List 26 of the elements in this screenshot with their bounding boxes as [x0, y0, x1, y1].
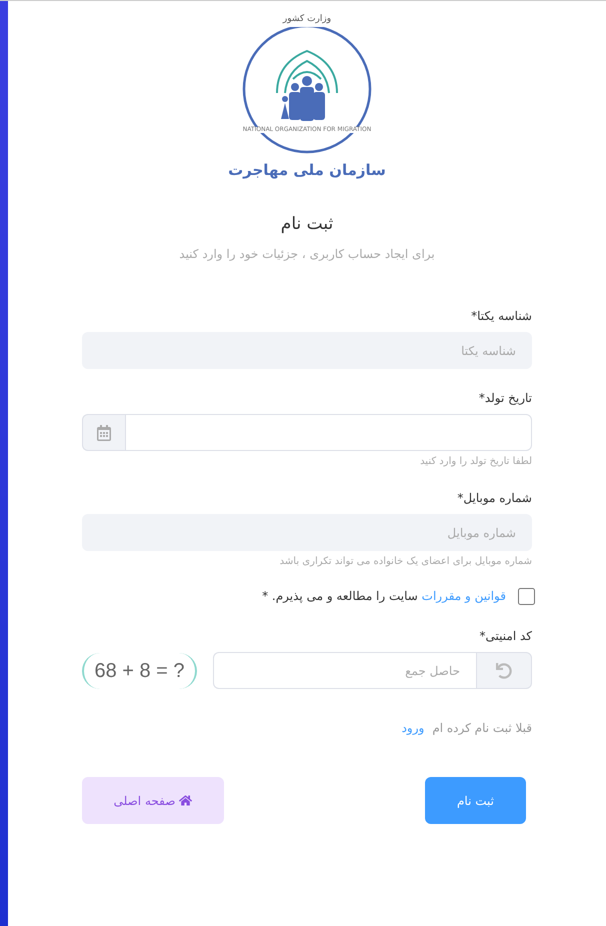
- terms-text: قوانین و مقررات سایت را مطالعه و می پذیرم. *: [262, 588, 506, 605]
- login-link[interactable]: ورود: [402, 719, 424, 737]
- field-label: تاریخ تولد*: [478, 390, 532, 407]
- field-label: شناسه یکتا*: [470, 308, 532, 325]
- calendar-button[interactable]: [82, 414, 125, 451]
- refresh-icon[interactable]: [496, 662, 512, 678]
- field-label: شماره موبایل*: [456, 490, 532, 507]
- date-input[interactable]: [125, 414, 532, 451]
- input-field[interactable]: شناسه یکتا: [82, 332, 532, 369]
- field-label: کد امنیتی*: [478, 628, 532, 645]
- captcha-input[interactable]: حاصل جمع: [213, 652, 476, 689]
- field-hint: شماره موبایل برای اعضای یک خانواده می تواند تکراری باشد: [278, 555, 532, 569]
- terms-link[interactable]: قوانین و مقررات: [422, 589, 506, 603]
- home-button[interactable]: صفحه اصلی: [82, 777, 224, 824]
- organization-name: سازمان ملی مهاجرت: [228, 160, 386, 181]
- input-field[interactable]: شماره موبایل: [82, 514, 532, 551]
- page-title: ثبت نام: [280, 212, 334, 236]
- home-icon[interactable]: [179, 794, 192, 807]
- register-button[interactable]: ثبت نام: [425, 777, 526, 824]
- refresh-button[interactable]: [476, 652, 532, 689]
- calendar-icon[interactable]: [96, 424, 112, 440]
- captcha-text: 68 + 8 = ?: [94, 658, 185, 684]
- terms-checkbox[interactable]: [518, 588, 535, 604]
- field-hint: لطفا تاریخ تولد را وارد کنید: [419, 455, 532, 469]
- page-subtitle: برای ایجاد حساب کاربری ، جزئیات خود را وارد کنید: [179, 246, 435, 263]
- login-prompt: قبلا ثبت نام کرده ام: [432, 720, 532, 737]
